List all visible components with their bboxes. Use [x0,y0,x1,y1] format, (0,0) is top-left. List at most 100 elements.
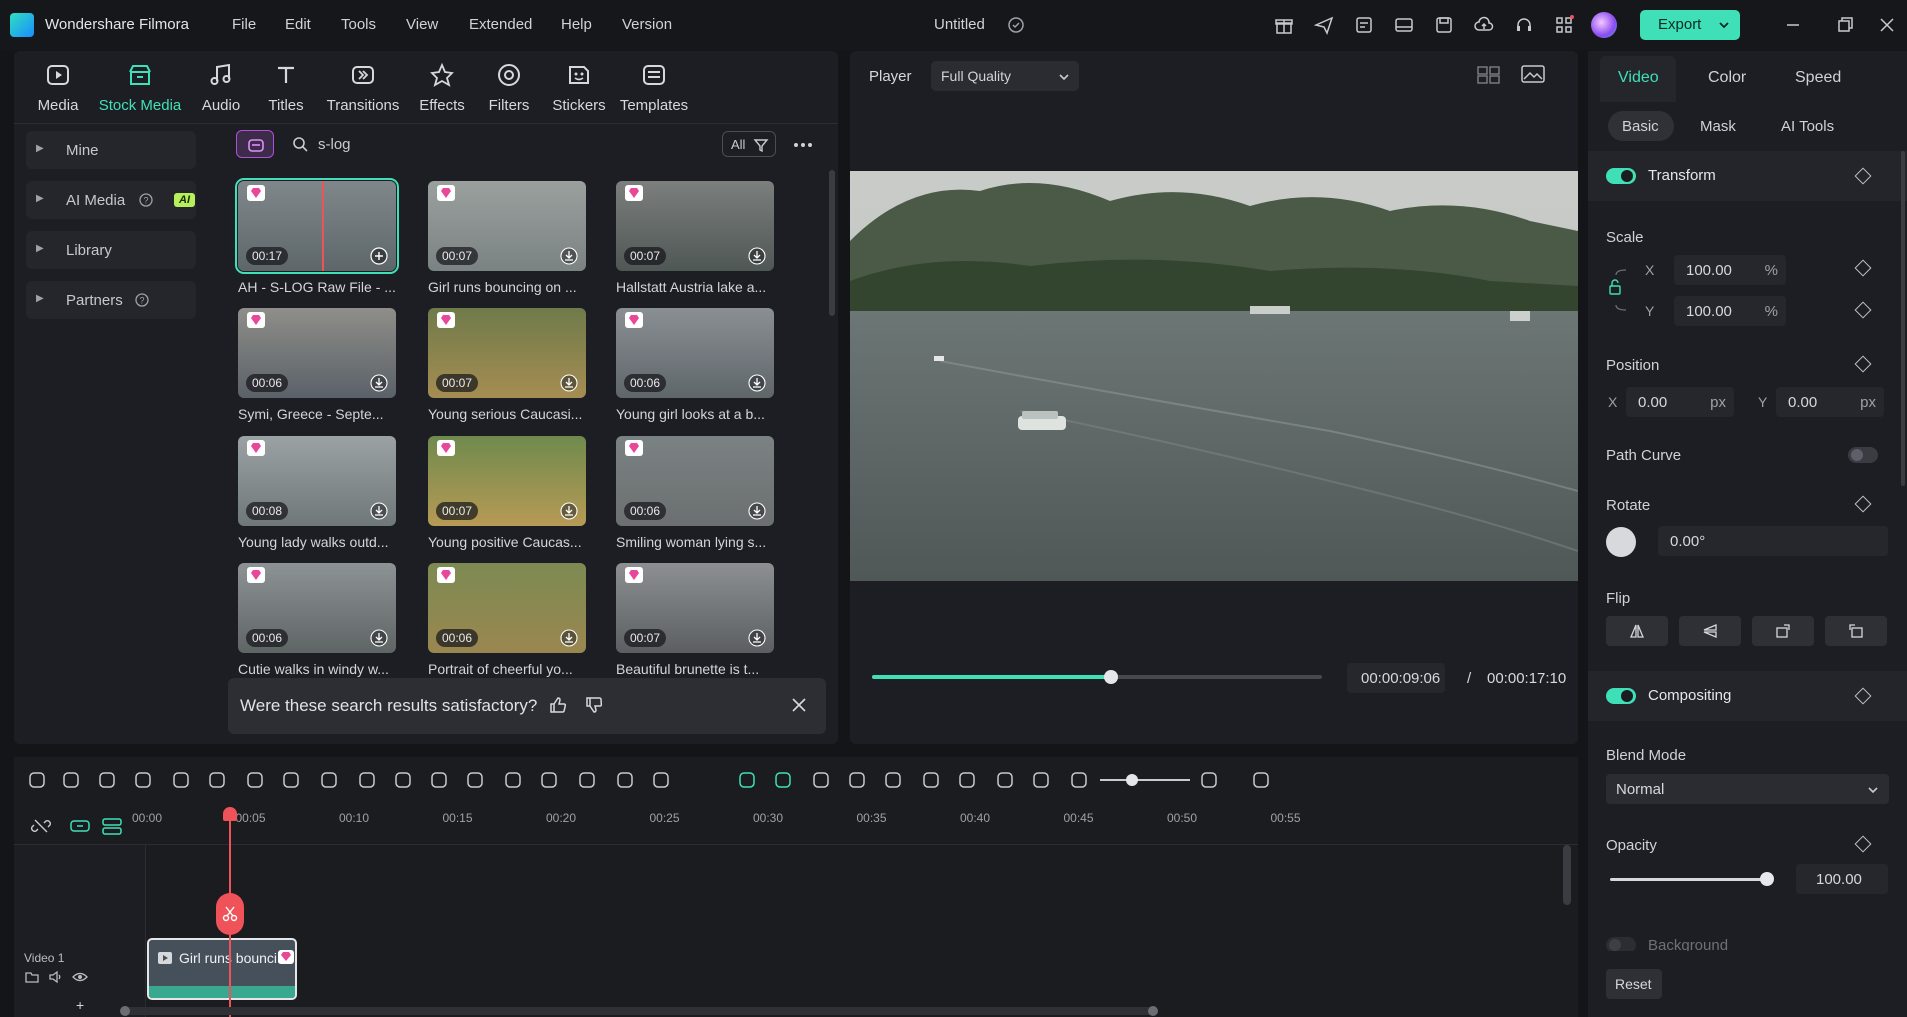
menu-extended[interactable]: Extended [469,16,532,33]
close-icon[interactable] [1876,14,1898,36]
speed-icon[interactable] [392,769,414,791]
stock-clip-thumbnail[interactable]: 00:06 [428,563,586,653]
path-curve-toggle[interactable] [1848,447,1878,463]
filter-button[interactable]: All [722,131,776,157]
scale-x-field[interactable]: 100.00% [1674,255,1786,285]
menu-file[interactable]: File [232,16,256,33]
stock-clip-thumbnail[interactable]: 00:06 [238,563,396,653]
subtab-basic[interactable]: Basic [1622,118,1659,135]
undo-icon[interactable] [96,769,118,791]
blend-mode-select[interactable]: Normal [1606,774,1889,804]
scrollbar-end-handle[interactable] [1148,1006,1158,1016]
keyframe-icon[interactable] [614,769,636,791]
gift-icon[interactable] [1273,14,1295,36]
user-avatar[interactable] [1591,12,1617,38]
keyframe-diamond-icon[interactable] [1854,167,1872,185]
scrollbar-start-handle[interactable] [120,1006,130,1016]
sidebar-item-mine[interactable]: ▶ Mine [26,131,196,169]
tasks-icon[interactable] [1353,14,1375,36]
color-match-icon[interactable] [428,769,450,791]
more-options-icon[interactable] [792,135,814,155]
shape-icon[interactable] [318,769,340,791]
microphone-icon[interactable] [920,769,942,791]
zoom-slider-handle[interactable] [1126,774,1138,786]
stock-clip-thumbnail[interactable]: 00:07 [428,436,586,526]
snapshot-image-icon[interactable] [1520,63,1546,85]
stock-clip-thumbnail[interactable]: 00:07 [428,308,586,398]
add-to-timeline-icon[interactable] [370,247,388,265]
close-icon[interactable] [790,696,808,714]
subtab-mask[interactable]: Mask [1700,118,1736,135]
download-icon[interactable] [370,629,388,647]
properties-scrollbar[interactable] [1901,151,1905,486]
keyframe-diamond-icon[interactable] [1854,355,1872,373]
apps-grid-icon[interactable] [1553,14,1575,36]
flip-vertical-button[interactable] [1679,616,1741,646]
zoom-slider[interactable] [1100,779,1190,781]
stock-clip-thumbnail[interactable]: 00:06 [616,436,774,526]
download-icon[interactable] [560,374,578,392]
ai-assistant-icon[interactable] [736,769,758,791]
menu-help[interactable]: Help [561,16,592,33]
ai-search-toggle[interactable] [236,130,274,158]
music-icon[interactable] [956,769,978,791]
send-icon[interactable] [1313,14,1335,36]
minimize-icon[interactable] [1782,14,1804,36]
text-icon[interactable] [280,769,302,791]
rotate-right-button[interactable] [1752,616,1814,646]
download-icon[interactable] [560,629,578,647]
menu-version[interactable]: Version [622,16,672,33]
zoom-in-icon[interactable] [1198,769,1220,791]
flip-horizontal-button[interactable] [1606,616,1668,646]
current-time[interactable]: 00:00:09:06 [1347,663,1445,693]
stock-clip-thumbnail[interactable]: 00:17 [235,178,399,274]
scrubber-handle[interactable] [1103,670,1118,684]
select-arrow-icon[interactable] [60,769,82,791]
zoom-out-icon[interactable] [1068,769,1090,791]
lock-ratio-icon[interactable] [1606,265,1636,315]
redo-icon[interactable] [132,769,154,791]
menu-view[interactable]: View [406,16,438,33]
restore-icon[interactable] [1834,14,1856,36]
play-range-icon[interactable] [846,769,868,791]
transform-toggle[interactable] [1606,168,1636,184]
download-icon[interactable] [370,502,388,520]
tab-stickers[interactable]: Stickers [549,61,609,119]
video-clip[interactable]: Girl runs bounci... [147,938,297,1000]
menu-tools[interactable]: Tools [341,16,376,33]
track-grid-icon[interactable] [1250,769,1272,791]
link-tracks-icon[interactable] [100,815,124,837]
download-icon[interactable] [748,502,766,520]
menu-edit[interactable]: Edit [285,16,311,33]
rotate-field[interactable]: 0.00° [1658,526,1888,556]
ai-effects-icon[interactable] [464,769,486,791]
layout-grid-icon[interactable] [26,769,48,791]
keyframe-diamond-icon[interactable] [1854,259,1872,277]
playback-scrubber[interactable] [872,670,1322,684]
rotate-dial[interactable] [1606,527,1636,557]
ripple-icon[interactable] [772,769,794,791]
ai-edit-icon[interactable] [502,769,524,791]
shield-icon[interactable] [882,769,904,791]
compare-view-icon[interactable] [1476,63,1502,85]
keyframe-diamond-icon[interactable] [1854,301,1872,319]
cloud-upload-icon[interactable] [1473,14,1495,36]
sidebar-item-partners[interactable]: ▶ Partners ? [26,281,196,319]
tab-effects[interactable]: Effects [412,61,472,119]
stock-clip-thumbnail[interactable]: 00:06 [238,308,396,398]
reset-button[interactable]: Reset [1606,969,1662,999]
tab-templates[interactable]: Templates [618,61,690,119]
download-icon[interactable] [748,247,766,265]
keyframe-diamond-icon[interactable] [1854,687,1872,705]
opacity-slider-handle[interactable] [1760,872,1774,886]
tab-video[interactable]: Video [1618,69,1659,87]
crop-icon[interactable] [244,769,266,791]
playhead-handle[interactable] [223,807,237,821]
delete-icon[interactable] [170,769,192,791]
tab-stock-media[interactable]: Stock Media [94,61,186,119]
keyframe-diamond-icon[interactable] [1854,495,1872,513]
more-tools-icon[interactable] [650,769,672,791]
keyframe-diamond-icon[interactable] [1854,835,1872,853]
motion-track-icon[interactable] [576,769,598,791]
split-scissors-button[interactable] [216,893,244,935]
